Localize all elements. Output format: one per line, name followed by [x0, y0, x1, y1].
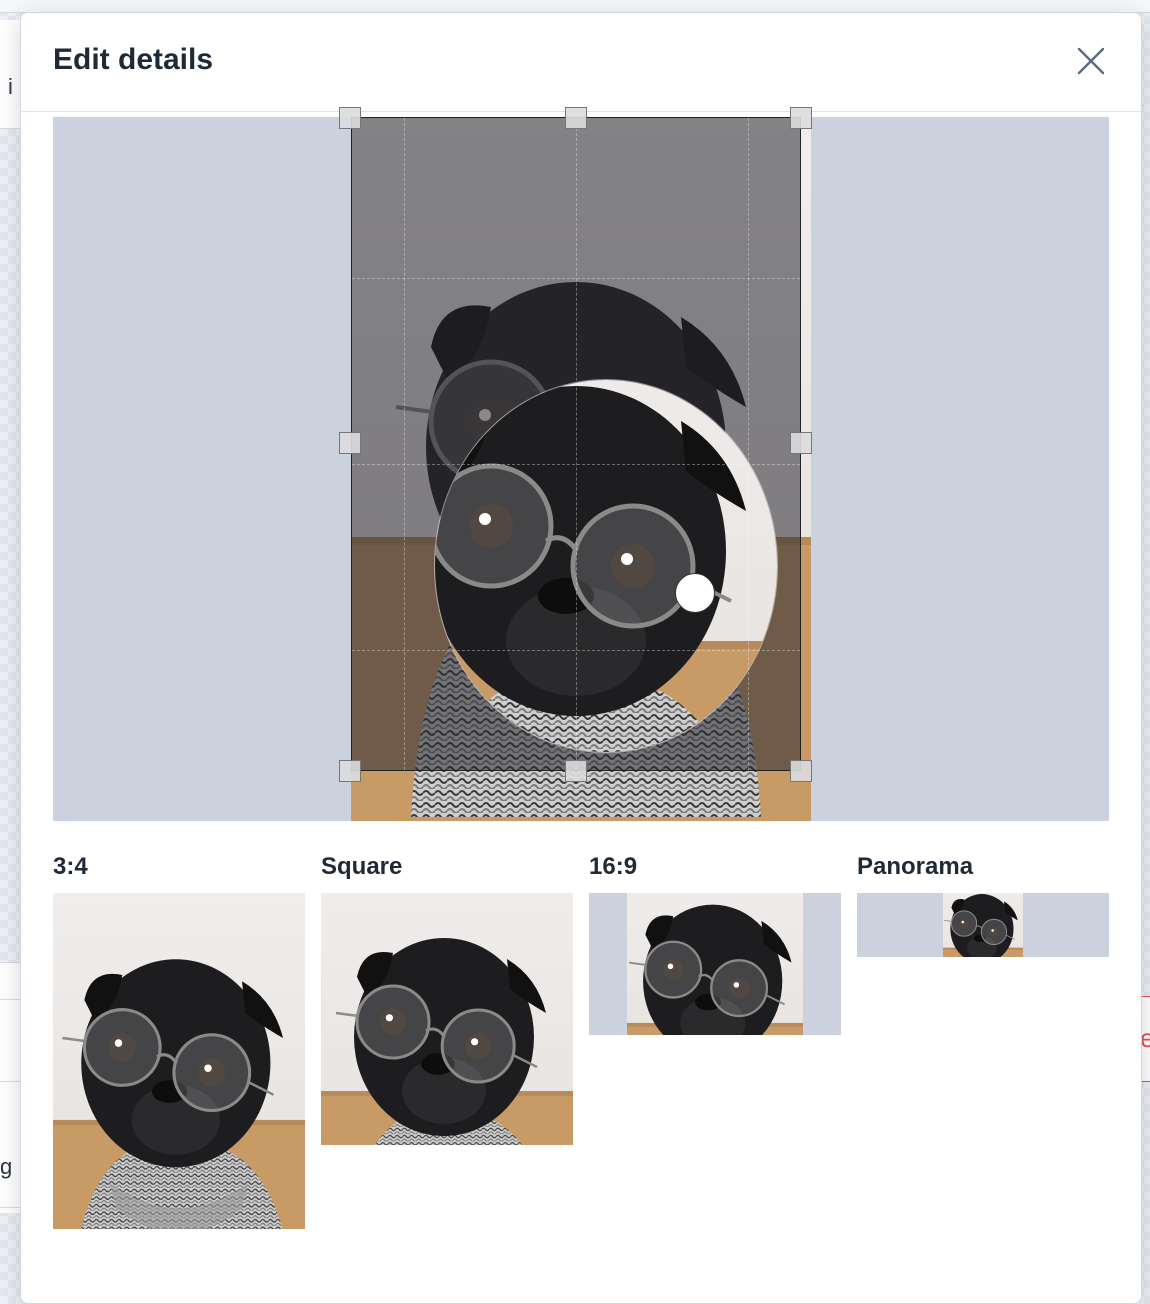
preview-image — [589, 893, 841, 1035]
crop-handle-top-left[interactable] — [339, 107, 361, 129]
preview-image — [857, 893, 1109, 957]
crop-handle-left[interactable] — [339, 432, 361, 454]
crop-handle-bottom-right[interactable] — [790, 760, 812, 782]
background-text-fragment: g — [0, 1154, 13, 1179]
modal-title: Edit details — [53, 43, 214, 76]
focal-point-handle[interactable] — [675, 573, 715, 613]
preview-label: Square — [321, 853, 403, 880]
close-icon — [1077, 47, 1105, 75]
preview-label: 3:4 — [53, 853, 88, 880]
crop-handle-top-right[interactable] — [790, 107, 812, 129]
crop-editor[interactable] — [53, 117, 1109, 821]
preview-label: Panorama — [857, 853, 974, 880]
edit-details-modal: Edit details 3:4 Square 16:9 Panorama — [20, 12, 1142, 1304]
focal-point-region[interactable] — [435, 380, 777, 752]
close-button[interactable] — [1073, 43, 1109, 79]
background-text-fragment: i — [8, 74, 13, 99]
preview-image — [321, 893, 573, 1145]
crop-handle-bottom[interactable] — [565, 760, 587, 782]
modal-header: Edit details — [21, 13, 1141, 112]
crop-handle-bottom-left[interactable] — [339, 760, 361, 782]
preview-label: 16:9 — [589, 853, 638, 880]
preview-image — [53, 893, 305, 1229]
crop-handle-top[interactable] — [565, 107, 587, 129]
crop-handle-right[interactable] — [790, 432, 812, 454]
